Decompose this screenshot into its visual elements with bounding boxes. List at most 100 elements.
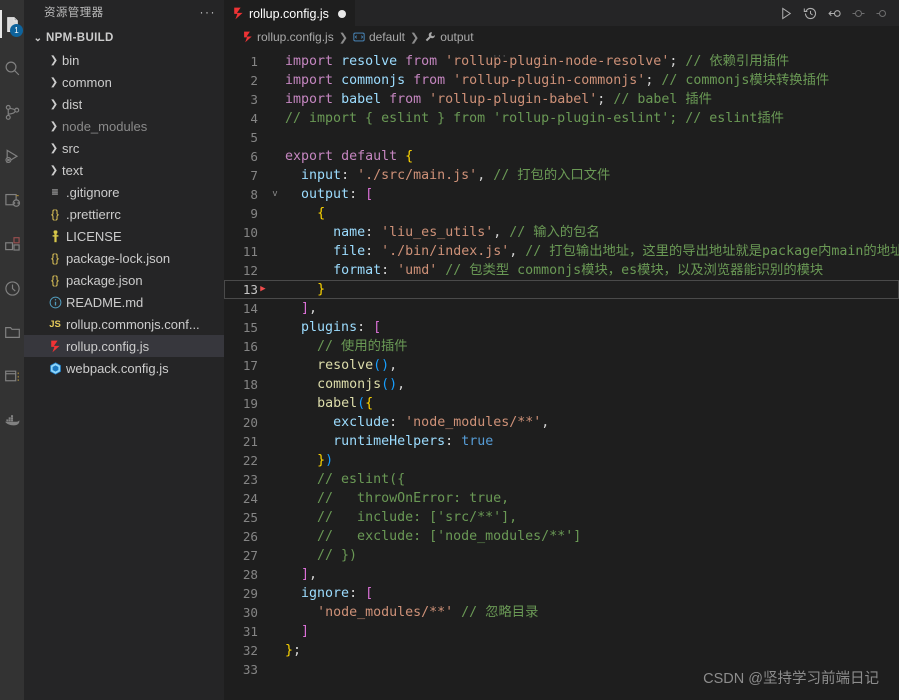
sidebar-more-actions-icon[interactable]: ··· [200, 5, 217, 19]
code-line-25[interactable]: 25 // include: ['src/**'], [224, 508, 899, 527]
activity-item-clock[interactable] [0, 266, 24, 310]
tree-item-bin[interactable]: ❯ bin [24, 49, 224, 71]
tree-item-prettierrc[interactable]: {} .prettierrc [24, 203, 224, 225]
gutter-marker-icon[interactable]: ▶ [258, 280, 268, 299]
tree-item-src[interactable]: ❯ src [24, 137, 224, 159]
split-editor-icon[interactable] [851, 6, 866, 21]
open-changes-icon[interactable] [827, 6, 842, 21]
tree-item-label: rollup.config.js [66, 338, 150, 354]
activity-item-blocks[interactable] [0, 222, 24, 266]
license-icon [46, 229, 64, 243]
fold-toggle-icon[interactable]: v [268, 185, 282, 204]
run-file-icon[interactable] [779, 6, 794, 21]
editor-actions [779, 0, 899, 26]
code-line-2[interactable]: 2 import commonjs from 'rollup-plugin-com… [224, 71, 899, 90]
unsaved-dot-icon[interactable] [337, 9, 346, 18]
code-line-30[interactable]: 30 'node_modules/**' // 忽略目录 [224, 603, 899, 622]
tree-item-gitignore[interactable]: ≡ .gitignore [24, 181, 224, 203]
chevron-right-icon: ❯ [49, 142, 59, 154]
code-line-17[interactable]: 17 resolve(), [224, 356, 899, 375]
code-line-18[interactable]: 18 commonjs(), [224, 375, 899, 394]
tab-bar-filler [354, 0, 779, 26]
code-line-14[interactable]: 14 ], [224, 299, 899, 318]
code-line-31[interactable]: 31 ] [224, 622, 899, 641]
code-line-22[interactable]: 22 }) [224, 451, 899, 470]
breadcrumb-label: output [440, 30, 474, 44]
tree-item-text[interactable]: ❯ text [24, 159, 224, 181]
breadcrumb-item-default[interactable]: default [353, 30, 405, 44]
breadcrumb-item-file[interactable]: rollup.config.js [243, 30, 334, 44]
line-text: resolve(), [317, 358, 398, 373]
tree-root-npm-build[interactable]: ⌄ NPM-BUILD [24, 27, 224, 49]
tree-item-rollup-commonjs-conf[interactable]: JS rollup.commonjs.conf... [24, 313, 224, 335]
json-icon: {} [50, 273, 59, 287]
code-line-1[interactable]: 1 import resolve from 'rollup-plugin-node… [224, 52, 899, 71]
tree-item-readme-md[interactable]: README.md [24, 291, 224, 313]
tree-item-dist[interactable]: ❯ dist [24, 93, 224, 115]
line-number: 24 [242, 491, 258, 506]
code-line-13[interactable]: 13 ▶ } [224, 280, 899, 299]
tree-item-package-lock-json[interactable]: {} package-lock.json [24, 247, 224, 269]
line-number: 3 [250, 92, 258, 107]
breadcrumb: rollup.config.js ❯ default ❯ output [224, 26, 899, 48]
activity-item-window[interactable] [0, 354, 24, 398]
tree-item-license[interactable]: LICENSE [24, 225, 224, 247]
code-editor[interactable]: ··· 1 import resolve from 'rollup-plugin-… [224, 48, 899, 700]
line-text: commonjs(), [317, 377, 406, 392]
tree-item-label: text [62, 162, 83, 178]
code-line-23[interactable]: 23 // eslint({ [224, 470, 899, 489]
code-line-27[interactable]: 27 // }) [224, 546, 899, 565]
line-number: 31 [242, 624, 258, 639]
line-text: }; [285, 643, 302, 658]
tab-rollup-config-js[interactable]: rollup.config.js [224, 0, 355, 26]
code-line-33[interactable]: 33 [224, 660, 899, 679]
code-line-21[interactable]: 21 runtimeHelpers: true [224, 432, 899, 451]
breadcrumb-label: rollup.config.js [257, 30, 334, 44]
breadcrumb-item-output[interactable]: output [424, 30, 474, 44]
tree-item-common[interactable]: ❯ common [24, 71, 224, 93]
code-line-29[interactable]: 29 ignore: [ [224, 584, 899, 603]
explorer-badge: 1 [10, 24, 23, 37]
activity-item-explorer[interactable]: 1 [0, 2, 24, 46]
tree-item-package-json[interactable]: {} package.json [24, 269, 224, 291]
code-line-16[interactable]: 16 // 使用的插件 [224, 337, 899, 356]
line-number: 5 [250, 130, 258, 145]
code-line-20[interactable]: 20 exclude: 'node_modules/**', [224, 413, 899, 432]
code-line-12[interactable]: 12 format: 'umd' // 包类型 commonjs模块，es模块，… [224, 261, 899, 280]
code-line-10[interactable]: 10 name: 'liu_es_utils', // 输入的包名 [224, 223, 899, 242]
code-line-19[interactable]: 19 babel({ [224, 394, 899, 413]
activity-item-docker[interactable] [0, 398, 24, 442]
code-line-15[interactable]: 15 plugins: [ [224, 318, 899, 337]
code-lines[interactable]: 1 import resolve from 'rollup-plugin-node… [224, 48, 899, 679]
vscode-window: 1 资源管理器 ··· ⌄ NPM-BUILD ❯ bin ❯ common ❯… [0, 0, 899, 700]
code-line-7[interactable]: 7 input: './src/main.js', // 打包的入口文件 [224, 166, 899, 185]
more-actions-icon[interactable] [875, 6, 890, 21]
code-line-5[interactable]: 5 [224, 128, 899, 147]
activity-item-folder[interactable] [0, 310, 24, 354]
activity-item-source-control[interactable] [0, 90, 24, 134]
line-number: 19 [242, 396, 258, 411]
line-text: plugins: [ [301, 320, 382, 335]
tree-item-node-modules[interactable]: ❯ node_modules [24, 115, 224, 137]
activity-item-run-debug[interactable] [0, 134, 24, 178]
code-line-8[interactable]: 8v output: [ [224, 185, 899, 204]
line-text: import babel from 'rollup-plugin-babel';… [285, 92, 712, 107]
code-line-32[interactable]: 32}; [224, 641, 899, 660]
code-line-6[interactable]: 6 export default { [224, 147, 899, 166]
code-line-26[interactable]: 26 // exclude: ['node_modules/**'] [224, 527, 899, 546]
tree-item-webpack-config-js[interactable]: webpack.config.js [24, 357, 224, 379]
code-line-28[interactable]: 28 ], [224, 565, 899, 584]
code-line-11[interactable]: 11 file: './bin/index.js', // 打包输出地址，这里的… [224, 242, 899, 261]
tree-item-label: .prettierrc [66, 206, 121, 222]
history-icon[interactable] [803, 6, 818, 21]
line-number: 6 [250, 149, 258, 164]
code-line-4[interactable]: 4 // import { eslint } from 'rollup-plugi… [224, 109, 899, 128]
activity-item-extensions[interactable] [0, 178, 24, 222]
code-line-3[interactable]: 3 import babel from 'rollup-plugin-babel'… [224, 90, 899, 109]
editor-tab-bar: rollup.config.js [224, 0, 899, 26]
tree-item-rollup-config-js[interactable]: rollup.config.js [24, 335, 224, 357]
code-line-9[interactable]: 9 { [224, 204, 899, 223]
activity-item-search[interactable] [0, 46, 24, 90]
js-icon: JS [49, 318, 61, 330]
code-line-24[interactable]: 24 // throwOnError: true, [224, 489, 899, 508]
